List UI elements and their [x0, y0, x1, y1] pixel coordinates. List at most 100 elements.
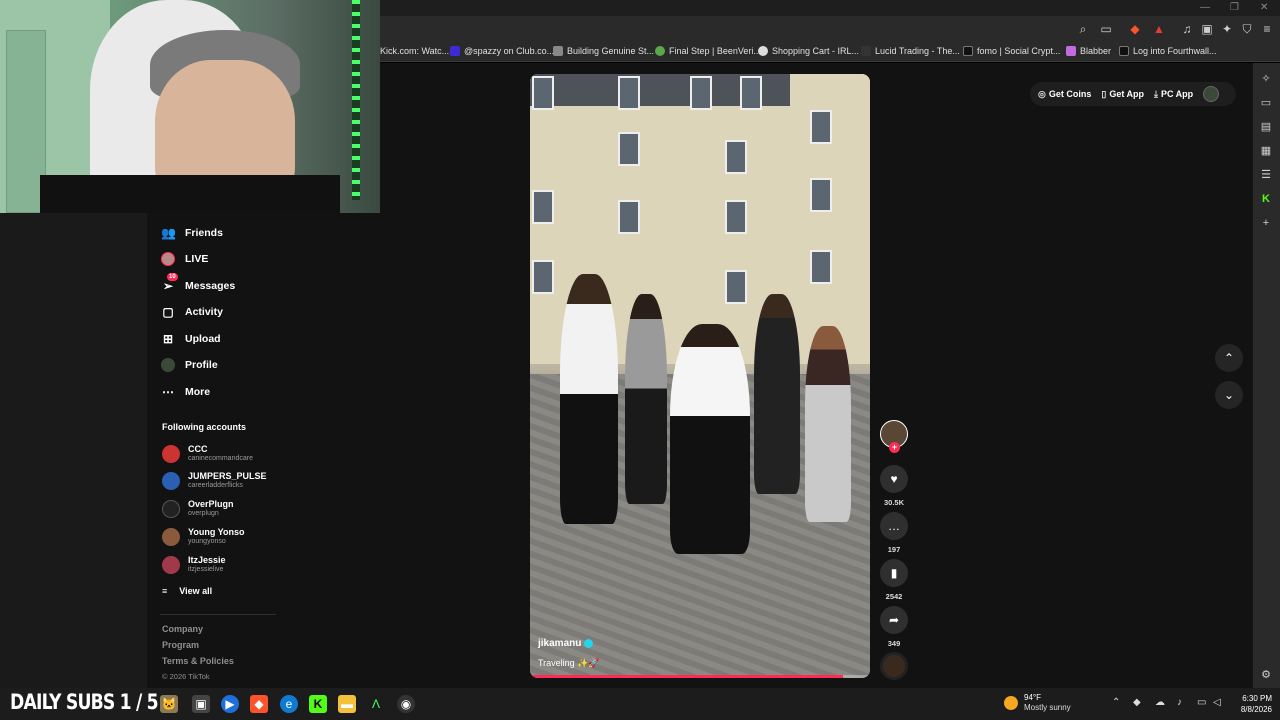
sidebar-item-label: Upload — [185, 333, 221, 345]
restore-icon[interactable]: ❐ — [1230, 2, 1239, 13]
following-account[interactable]: Young Yonso youngyonso — [162, 527, 245, 546]
user-avatar[interactable] — [1203, 86, 1220, 102]
ai-chat-icon[interactable]: ✧ — [1259, 72, 1273, 86]
webcam-scene — [40, 175, 340, 213]
music-icon[interactable]: ♫ — [1180, 22, 1194, 36]
video-player[interactable] — [530, 74, 870, 678]
add-panel-icon[interactable]: + — [1259, 216, 1273, 230]
display-icon[interactable]: ▭ — [1197, 697, 1206, 708]
video-scene — [690, 76, 712, 110]
like-action[interactable]: ♥ 30.5K — [880, 465, 908, 507]
ai-icon[interactable]: ✦ — [1220, 22, 1234, 36]
sidebar-item-friends[interactable]: 👥 Friends — [161, 226, 223, 240]
bookmarks-icon[interactable]: ▦ — [1259, 144, 1273, 158]
edge-icon[interactable]: e — [280, 695, 298, 713]
heart-icon[interactable]: ♥ — [880, 465, 908, 493]
bookmark[interactable]: @spazzy on Club.co... — [450, 46, 554, 56]
vpn-icon[interactable]: ⛉ — [1240, 22, 1254, 36]
following-account[interactable]: JUMPERS_PULSE careerladderflicks — [162, 471, 267, 490]
sun-icon — [1004, 696, 1018, 710]
video-scene — [532, 76, 554, 110]
tabs-icon[interactable]: ▤ — [1259, 120, 1273, 134]
settings-icon[interactable]: ⚙ — [1259, 668, 1273, 682]
obs-icon[interactable]: ◉ — [397, 695, 415, 713]
mic-icon[interactable]: ♪ — [1177, 697, 1182, 708]
close-icon[interactable]: ✕ — [1260, 2, 1268, 13]
menu-icon[interactable]: ≡ — [1260, 22, 1274, 36]
media-icon[interactable]: ▭ — [1259, 96, 1273, 110]
bookmark[interactable]: Shopping Cart - IRL... — [758, 46, 859, 56]
sidebar-item-messages[interactable]: ➢ 10 Messages — [161, 273, 235, 293]
previous-video-button[interactable]: ⌃ — [1215, 344, 1243, 372]
tray-chevron-icon[interactable]: ⌃ — [1112, 697, 1120, 708]
phone-icon: ▯ — [1101, 88, 1107, 99]
weather-widget[interactable]: 94°F Mostly sunny — [1004, 693, 1071, 713]
share-icon[interactable]: ➦ — [880, 606, 908, 634]
music-disc-icon[interactable] — [880, 652, 908, 680]
footer-link-company[interactable]: Company — [162, 624, 203, 634]
pc-app-button[interactable]: ⤓ PC App — [1154, 89, 1193, 100]
search-icon[interactable]: ⌕ — [1076, 22, 1090, 36]
video-scene — [618, 132, 640, 166]
sidebar-item-live[interactable]: LIVE — [161, 252, 208, 266]
cast-icon[interactable]: ▭ — [1099, 22, 1113, 36]
account-name: ItzJessie — [188, 555, 226, 565]
clock[interactable]: 6:30 PM 8/8/2026 — [1232, 693, 1272, 715]
reading-list-icon[interactable]: ☰ — [1259, 168, 1273, 182]
bookmark[interactable]: Lucid Trading - The... — [861, 46, 960, 56]
volume-icon[interactable]: ◁ — [1213, 697, 1221, 708]
bookmark[interactable]: Final Step | BeenVeri... — [655, 46, 761, 56]
following-account[interactable]: CCC caninecommandcare — [162, 444, 253, 463]
brave-icon[interactable]: ◆ — [250, 695, 268, 713]
upload-icon: ⊞ — [162, 332, 174, 346]
get-coins-button[interactable]: ◎ Get Coins — [1038, 89, 1091, 100]
comment-icon[interactable]: … — [880, 512, 908, 540]
bookmark[interactable]: Log into Fourthwall... — [1119, 46, 1217, 56]
following-account[interactable]: OverPlugn overplugn — [162, 499, 234, 518]
sidebar-item-profile[interactable]: Profile — [161, 358, 218, 372]
app-icon[interactable]: ▶ — [221, 695, 239, 713]
rewards-icon[interactable]: ▲ — [1152, 22, 1166, 36]
next-video-button[interactable]: ⌄ — [1215, 381, 1243, 409]
share-action[interactable]: ➦ 349 — [880, 606, 908, 648]
footer-link-program[interactable]: Program — [162, 640, 199, 650]
get-app-button[interactable]: ▯ Get App — [1101, 89, 1144, 100]
account-handle: overplugn — [188, 510, 219, 517]
bookmark[interactable]: fomo | Social Crypt... — [963, 46, 1060, 56]
save-action[interactable]: ▮ 2542 — [880, 559, 908, 601]
terminal-icon[interactable]: Λ — [367, 695, 385, 713]
list-icon: ≡ — [162, 586, 168, 596]
bookmark[interactable]: Blabber — [1066, 46, 1111, 56]
bookmark[interactable]: Building Genuine St... — [553, 46, 654, 56]
brave-shield-icon[interactable]: ◆ — [1128, 22, 1142, 36]
bookmark[interactable]: Kick.com: Watc... — [380, 46, 449, 56]
tray-app-icon[interactable]: ◆ — [1133, 697, 1141, 708]
footer-link-terms[interactable]: Terms & Policies — [162, 656, 234, 666]
clock-time: 6:30 PM — [1242, 694, 1272, 703]
kick-icon[interactable]: K — [1259, 192, 1273, 206]
cat-icon: 🐱 — [160, 695, 178, 713]
video-author[interactable]: jikamanu — [538, 638, 594, 649]
follow-plus-icon[interactable]: + — [889, 442, 900, 453]
coin-icon: ◎ — [1038, 88, 1046, 99]
comment-action[interactable]: … 197 — [880, 512, 908, 554]
folder-icon[interactable]: ▬ — [338, 695, 356, 713]
pc-app-label: PC App — [1160, 89, 1194, 99]
following-account[interactable]: ItzJessie itzjessielive — [162, 555, 226, 574]
sidebar-item-upload[interactable]: ⊞ Upload — [161, 332, 221, 346]
sidebar-item-activity[interactable]: ▢ Activity — [161, 305, 223, 319]
avatar — [162, 444, 180, 463]
cloud-icon[interactable]: ☁ — [1155, 697, 1165, 708]
bookmark-icon[interactable]: ▮ — [880, 559, 908, 587]
taskview-icon[interactable]: ▣ — [192, 695, 210, 713]
kick-app-icon[interactable]: K — [309, 695, 327, 713]
view-all-link[interactable]: ≡ View all — [162, 586, 212, 596]
minimize-icon[interactable]: — — [1200, 2, 1210, 13]
bookmark-favicon — [758, 46, 768, 56]
download-icon: ⤓ — [1154, 88, 1158, 99]
video-scene — [740, 76, 762, 110]
video-progress-bar[interactable] — [530, 675, 870, 678]
wallet-icon[interactable]: ▣ — [1200, 22, 1214, 36]
verified-icon — [584, 639, 594, 648]
sidebar-item-more[interactable]: ⋯ More — [161, 385, 210, 399]
